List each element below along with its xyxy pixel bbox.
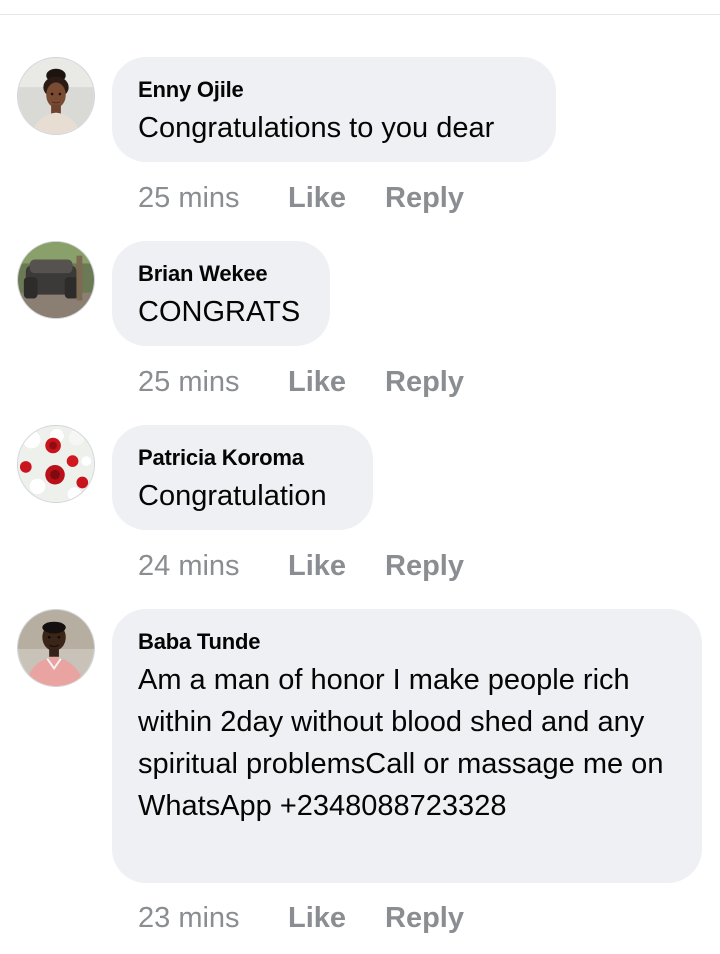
comment-actions: 25 mins Like Reply	[138, 180, 464, 216]
comment-author[interactable]: Patricia Koroma	[138, 445, 347, 471]
comment-timestamp[interactable]: 23 mins	[138, 902, 288, 935]
avatar[interactable]	[17, 57, 95, 135]
reply-button[interactable]: Reply	[385, 366, 464, 399]
comment-actions: 24 mins Like Reply	[138, 548, 464, 584]
comment-text: CONGRATS	[138, 296, 301, 328]
profile-photo-woman-icon	[18, 58, 94, 134]
comment-bubble: Baba Tunde Am a man of honor I make peop…	[112, 609, 702, 883]
profile-photo-sofa-icon	[18, 242, 94, 318]
top-divider	[0, 0, 720, 15]
comment-author[interactable]: Enny Ojile	[138, 77, 530, 103]
profile-photo-roses-icon	[18, 426, 94, 502]
like-button[interactable]: Like	[288, 902, 385, 935]
profile-photo-man-icon	[18, 610, 94, 686]
comment-actions: 25 mins Like Reply	[138, 364, 464, 400]
reply-button[interactable]: Reply	[385, 182, 464, 215]
avatar[interactable]	[17, 609, 95, 687]
avatar[interactable]	[17, 241, 95, 319]
comment-timestamp[interactable]: 24 mins	[138, 550, 288, 583]
comment-text: Congratulation	[138, 480, 327, 512]
comment-bubble: Enny Ojile Congratulations to you dear	[112, 57, 556, 162]
comment-timestamp[interactable]: 25 mins	[138, 366, 288, 399]
comment-text: Congratulations to you dear	[138, 112, 495, 144]
comment-bubble: Brian Wekee CONGRATS	[112, 241, 330, 346]
like-button[interactable]: Like	[288, 550, 385, 583]
comment-text: Am a man of honor I make people rich wit…	[138, 664, 664, 822]
like-button[interactable]: Like	[288, 182, 385, 215]
comment-actions: 23 mins Like Reply	[138, 900, 464, 936]
comment-author[interactable]: Brian Wekee	[138, 261, 304, 287]
reply-button[interactable]: Reply	[385, 550, 464, 583]
comment-author[interactable]: Baba Tunde	[138, 629, 676, 655]
comment-timestamp[interactable]: 25 mins	[138, 182, 288, 215]
like-button[interactable]: Like	[288, 366, 385, 399]
comment-bubble: Patricia Koroma Congratulation	[112, 425, 373, 530]
reply-button[interactable]: Reply	[385, 902, 464, 935]
avatar[interactable]	[17, 425, 95, 503]
